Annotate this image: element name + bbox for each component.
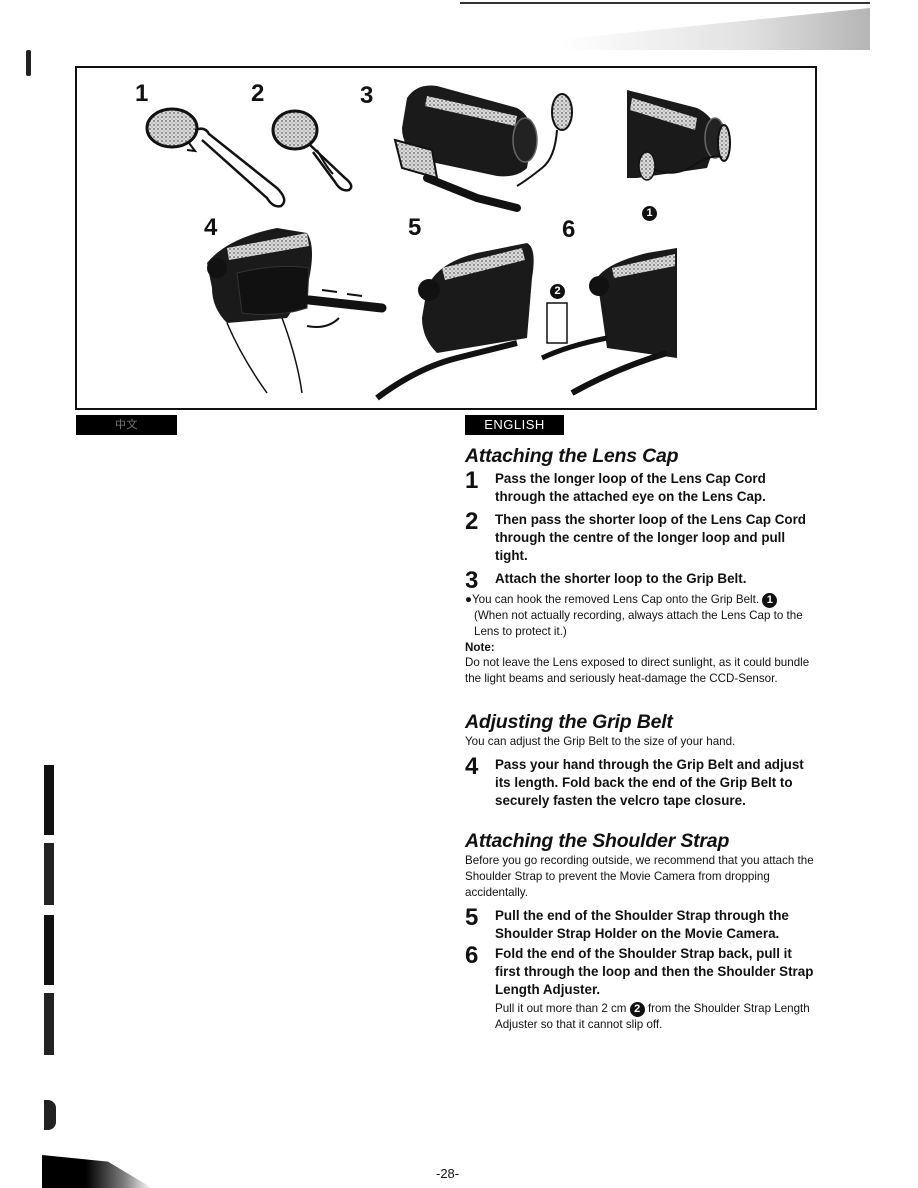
section-grip-belt: Adjusting the Grip Belt You can adjust t… [465,711,820,810]
step-text: Fold the end of the Shoulder Strap back,… [495,946,814,997]
illustration-panel: 1 2 3 4 5 6 1 2 [75,66,817,410]
scan-artifact-left-edge [44,765,54,1065]
note-text: Do not leave the Lens exposed to direct … [465,656,810,685]
step-5: 5 Pull the end of the Shoulder Strap thr… [465,904,820,943]
step-number: 2 [465,508,479,535]
illustration-drawing [145,85,731,401]
step-1: 1 Pass the longer loop of the Lens Cap C… [465,467,820,506]
section-title-shoulder-strap: Attaching the Shoulder Strap [465,830,730,852]
shoulder-strap-step5-illustration [375,243,534,401]
shoulder-strap-intro: Before you go recording outside, we reco… [465,854,814,899]
figure-callout-2: 2 [550,284,565,299]
step-text: Pass the longer loop of the Lens Cap Cor… [495,471,766,504]
language-tab-english: ENGLISH [465,415,564,435]
step-4: 4 Pass your hand through the Grip Belt a… [465,753,820,810]
figure-label-5: 5 [408,214,422,241]
bullet-lens-cap-hook: ●You can hook the removed Lens Cap onto … [465,592,820,640]
grip-belt-intro: You can adjust the Grip Belt to the size… [465,735,736,748]
step-number: 6 [465,942,479,969]
figure-label-4: 4 [204,214,218,241]
scan-artifact-binding-mark [26,50,31,76]
camera-cap-hooked-illustration [627,90,731,181]
step-text: Then pass the shorter loop of the Lens C… [495,512,806,563]
scan-artifact-corner-shadow [42,1155,152,1188]
section-title-grip-belt: Adjusting the Grip Belt [465,711,673,733]
step-number: 4 [465,753,479,780]
step-text: Pass your hand through the Grip Belt and… [495,757,804,808]
bullet-text: You can hook the removed Lens Cap onto t… [472,593,760,606]
bullet-dot-icon: ● [465,593,473,606]
step-number: 3 [465,567,479,594]
scan-artifact-smudge [560,8,870,50]
lens-cap-step2-illustration [271,109,353,192]
page-number: -28- [436,1166,460,1181]
step-number: 1 [465,467,479,494]
figure-label-2: 2 [251,80,265,107]
section-shoulder-strap: Attaching the Shoulder Strap Before you … [465,830,820,1033]
figure-label-1: 1 [135,80,149,107]
step-2: 2 Then pass the shorter loop of the Lens… [465,508,820,565]
figure-label-3: 3 [360,82,374,109]
callout-2-icon: 2 [629,1002,645,1017]
section-title-lens-cap: Attaching the Lens Cap [465,445,679,467]
figure-label-6: 6 [562,216,576,243]
step-3: 3 Attach the shorter loop to the Grip Be… [465,567,820,594]
note-text-before: Pull it out more than 2 cm [495,1002,627,1015]
strap-adjuster-note: Pull it out more than 2 cm 2 from the Sh… [465,1001,820,1033]
step-text: Attach the shorter loop to the Grip Belt… [495,571,747,586]
camera-step3-illustration [393,85,573,212]
scan-artifact-left-edge-mark [44,1100,56,1130]
step-text: Pull the end of the Shoulder Strap throu… [495,908,789,941]
note-label: Note: [465,641,495,654]
bullet-continuation: (When not actually recording, always att… [474,609,803,638]
language-tab-chinese: 中文 [76,415,177,435]
step-number: 5 [465,904,479,931]
section-lens-cap: Attaching the Lens Cap 1 Pass the longer… [465,445,820,687]
step-6: 6 Fold the end of the Shoulder Strap bac… [465,942,820,999]
strap-adjuster-step6-illustration [540,248,677,396]
scan-artifact-top-rule [460,2,870,4]
grip-belt-step4-illustration [207,228,387,394]
figure-callout-1: 1 [642,206,657,221]
callout-1-icon: 1 [762,593,778,608]
english-instructions: Attaching the Lens Cap 1 Pass the longer… [465,445,820,1033]
lens-cap-step1-illustration [145,107,286,208]
